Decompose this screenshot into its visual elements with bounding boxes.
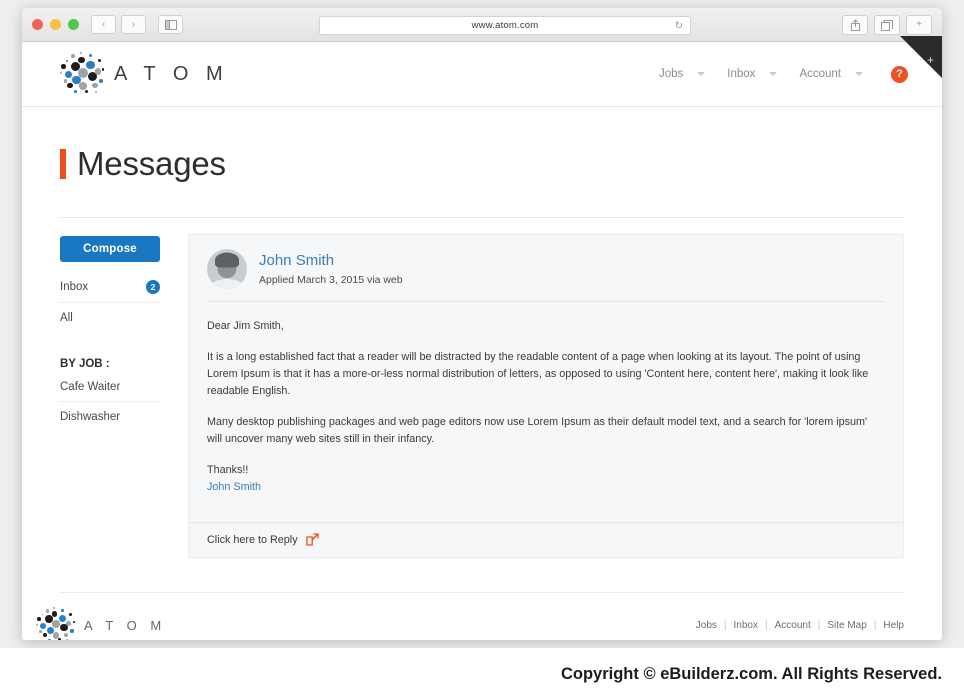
- sidebar-item-all[interactable]: All: [60, 303, 160, 332]
- message-paragraph-2: Many desktop publishing packages and web…: [207, 416, 868, 446]
- avatar: [207, 249, 247, 289]
- chevron-down-icon: [769, 72, 778, 76]
- atom-logo-icon: [35, 607, 76, 640]
- page-title: Messages: [77, 145, 226, 182]
- sender-name[interactable]: John Smith: [259, 252, 403, 271]
- sidebar-item-cafe-waiter[interactable]: Cafe Waiter: [60, 372, 160, 402]
- footer-links: Jobs | Inbox | Account | Site Map | Help: [696, 620, 904, 631]
- close-window-button[interactable]: [32, 19, 43, 30]
- share-icon[interactable]: [842, 15, 868, 35]
- inbox-unread-badge: 2: [146, 280, 160, 294]
- corner-fold-plus-label[interactable]: +: [927, 54, 934, 66]
- copyright-text: Copyright © eBuilderz.com. All Rights Re…: [560, 664, 942, 683]
- chevron-down-icon: [855, 72, 863, 76]
- copyright-bar: Copyright © eBuilderz.com. All Rights Re…: [0, 648, 964, 700]
- footer-logo[interactable]: A T O M: [35, 607, 167, 640]
- back-button[interactable]: ‹: [91, 15, 116, 34]
- sidebar-label-all: All: [60, 312, 73, 324]
- chevron-down-icon: [697, 72, 706, 76]
- content-area: Compose Inbox 2 All BY JOB : Cafe Waiter…: [22, 218, 942, 559]
- footer-separator: |: [723, 619, 727, 631]
- brand-wordmark: A T O M: [114, 62, 229, 85]
- message-closing: Thanks!! John Smith: [207, 462, 885, 496]
- page-viewport: A T O M Jobs Inbox Account ? Messages Co…: [22, 42, 942, 640]
- sidebar-item-dishwasher[interactable]: Dishwasher: [60, 402, 160, 431]
- nav-label-account: Account: [799, 68, 841, 80]
- sidebar-label-dishwasher: Dishwasher: [60, 411, 121, 423]
- toolbar-right-group: +: [842, 15, 932, 35]
- window-controls: [32, 19, 79, 30]
- nav-label-inbox: Inbox: [727, 68, 756, 80]
- message-panel: John Smith Applied March 3, 2015 via web…: [188, 234, 904, 559]
- sender-block: John Smith Applied March 3, 2015 via web: [259, 252, 403, 286]
- forward-button[interactable]: ›: [121, 15, 146, 34]
- message-body: Dear Jim Smith, It is a long established…: [189, 302, 903, 504]
- footer-brand-wordmark: A T O M: [84, 617, 167, 633]
- footer-link-account[interactable]: Account: [775, 620, 811, 631]
- title-accent-bar: [60, 149, 66, 179]
- footer-link-help[interactable]: Help: [883, 620, 904, 631]
- site-footer: A T O M Jobs | Inbox | Account | Site Ma…: [22, 593, 942, 640]
- nav-item-jobs[interactable]: Jobs: [659, 68, 706, 80]
- sidebar-item-inbox[interactable]: Inbox 2: [60, 271, 160, 303]
- footer-separator: |: [873, 619, 877, 631]
- message-greeting: Dear Jim Smith,: [207, 320, 284, 332]
- sidebar-label-inbox: Inbox: [60, 281, 89, 293]
- signature-name[interactable]: John Smith: [207, 481, 261, 493]
- message-header: John Smith Applied March 3, 2015 via web: [189, 235, 903, 301]
- external-link-icon[interactable]: [305, 533, 319, 547]
- by-job-heading: BY JOB :: [60, 358, 110, 370]
- desktop-backdrop: ‹ › www.atom.com ↻ + + A T O M Jobs Inbo…: [0, 0, 964, 700]
- corner-fold-decoration: [900, 36, 942, 78]
- nav-label-jobs: Jobs: [659, 68, 684, 80]
- atom-logo-icon: [59, 51, 106, 96]
- reply-bar[interactable]: Click here to Reply: [189, 522, 903, 557]
- closing-text: Thanks!!: [207, 464, 249, 477]
- reload-icon[interactable]: ↻: [675, 20, 683, 31]
- footer-link-jobs[interactable]: Jobs: [696, 620, 717, 631]
- footer-separator: |: [817, 619, 821, 631]
- footer-separator: |: [764, 619, 768, 631]
- nav-item-inbox[interactable]: Inbox: [727, 68, 778, 80]
- minimize-window-button[interactable]: [50, 19, 61, 30]
- nav-item-account[interactable]: Account: [799, 68, 863, 80]
- main-navigation: Jobs Inbox Account ?: [659, 65, 908, 83]
- message-paragraph-1: It is a long established fact that a rea…: [207, 351, 869, 398]
- messages-sidebar: Compose Inbox 2 All BY JOB : Cafe Waiter…: [60, 234, 160, 431]
- compose-button[interactable]: Compose: [60, 236, 160, 262]
- sidebar-label-cafe-waiter: Cafe Waiter: [60, 381, 121, 393]
- maximize-window-button[interactable]: [68, 19, 79, 30]
- new-tab-button[interactable]: +: [906, 15, 932, 35]
- sender-meta: Applied March 3, 2015 via web: [259, 273, 403, 286]
- url-text: www.atom.com: [471, 20, 539, 31]
- footer-link-site-map[interactable]: Site Map: [827, 620, 866, 631]
- browser-toolbar: ‹ › www.atom.com ↻ +: [22, 8, 942, 42]
- address-bar[interactable]: www.atom.com ↻: [319, 16, 691, 35]
- page-title-row: Messages: [22, 107, 942, 183]
- sidebar-icon[interactable]: [158, 15, 183, 34]
- site-header: A T O M Jobs Inbox Account ?: [22, 42, 942, 107]
- browser-window: ‹ › www.atom.com ↻ + + A T O M Jobs Inbo…: [22, 8, 942, 640]
- site-logo[interactable]: A T O M: [59, 51, 229, 96]
- tabs-icon[interactable]: [874, 15, 900, 35]
- footer-link-inbox[interactable]: Inbox: [734, 620, 758, 631]
- reply-label: Click here to Reply: [207, 533, 298, 546]
